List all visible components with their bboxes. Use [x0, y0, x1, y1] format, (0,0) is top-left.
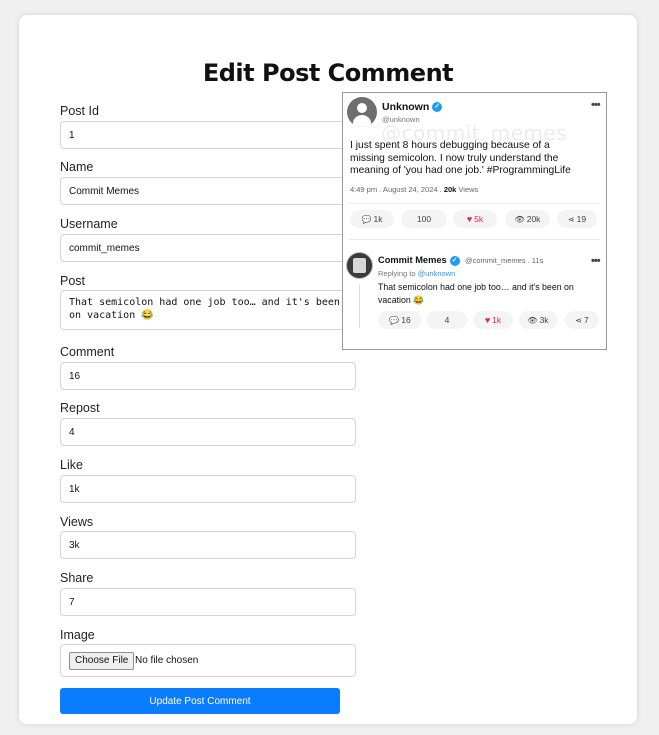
original-author-name: Unknown ✓ — [382, 101, 443, 113]
original-likes-count: 5k — [474, 214, 484, 224]
name-input[interactable] — [60, 177, 356, 205]
views-input[interactable] — [60, 531, 356, 559]
views-label: Views — [60, 515, 94, 529]
share-input[interactable] — [60, 588, 356, 616]
post-textarea[interactable]: That semicolon had one job too… and it's… — [60, 290, 356, 330]
like-input[interactable] — [60, 475, 356, 503]
original-post-text: I just spent 8 hours debugging because o… — [350, 140, 571, 177]
name-label: Name — [60, 160, 94, 174]
reply-avatar-icon — [346, 252, 373, 279]
reply-likes-count: 1k — [492, 315, 502, 325]
reply-comments-stat[interactable]: 💬 16 — [378, 311, 422, 329]
original-views-stat[interactable]: 👁 20k — [505, 210, 550, 228]
reply-views-stat[interactable]: 👁 3k — [519, 311, 557, 329]
comment-icon: 💬 — [361, 214, 372, 224]
share-icon: ⋖ — [567, 214, 575, 224]
reply-author-name-text: Commit Memes — [378, 255, 447, 265]
eye-icon: 👁 — [514, 214, 525, 224]
original-reposts-stat[interactable]: 100 — [401, 210, 447, 228]
original-shares-stat[interactable]: ⋖ 19 — [557, 210, 597, 228]
reply-reposts-stat[interactable]: 4 — [427, 311, 467, 329]
heart-icon: ♥ — [484, 315, 491, 325]
original-comments-count: 1k — [373, 214, 383, 224]
reply-shares-stat[interactable]: ⋖ 7 — [565, 311, 599, 329]
original-shares-count: 19 — [576, 214, 587, 224]
reply-shares-count: 7 — [583, 315, 589, 325]
meta-time-date: 4:49 pm . August 24, 2024 . — [350, 185, 444, 194]
heart-icon: ♥ — [466, 214, 473, 224]
original-reposts-count: 100 — [416, 214, 432, 224]
thread-line — [359, 284, 360, 328]
post-label: Post — [60, 274, 86, 288]
reply-reposts-count: 4 — [444, 315, 450, 325]
repost-label: Repost — [60, 401, 100, 415]
reply-likes-stat[interactable]: ♥ 1k — [473, 311, 513, 329]
avatar-icon — [347, 97, 377, 127]
reply-views-count: 3k — [539, 315, 549, 325]
replying-to-prefix: Replying to — [378, 269, 418, 278]
page-title: Edit Post Comment — [202, 59, 454, 87]
tweet-preview: @commit_memes Unknown ✓ @unknown ••• I ju… — [342, 92, 607, 350]
divider — [349, 239, 600, 240]
username-input[interactable] — [60, 234, 356, 262]
replying-to: Replying to @unknown — [378, 269, 455, 278]
share-icon: ⋖ — [575, 315, 582, 325]
share-label: Share — [60, 571, 94, 585]
meta-views-label: Views — [456, 185, 479, 194]
verified-icon: ✓ — [449, 255, 460, 266]
like-label: Like — [60, 458, 83, 472]
reply-comments-count: 16 — [401, 315, 411, 325]
more-icon[interactable]: ••• — [591, 255, 601, 267]
comment-input[interactable] — [60, 362, 356, 390]
comment-icon: 💬 — [389, 315, 400, 325]
verified-icon: ✓ — [432, 102, 443, 113]
original-likes-stat[interactable]: ♥ 5k — [453, 210, 497, 228]
post-id-input[interactable] — [60, 121, 356, 149]
reply-post-text: That semicolon had one job too… and it's… — [378, 282, 574, 305]
more-icon[interactable]: ••• — [591, 99, 601, 111]
username-label: Username — [60, 217, 118, 231]
divider — [349, 203, 600, 204]
eye-icon: 👁 — [527, 315, 538, 325]
original-post-meta: 4:49 pm . August 24, 2024 . 20k Views — [350, 185, 478, 194]
original-comments-stat[interactable]: 💬 1k — [350, 210, 394, 228]
repost-input[interactable] — [60, 418, 356, 446]
file-status-text: No file chosen — [135, 655, 199, 666]
image-file-input[interactable]: Choose File No file chosen — [60, 644, 356, 677]
update-post-comment-button[interactable]: Update Post Comment — [60, 688, 340, 714]
post-id-label: Post Id — [60, 104, 99, 118]
original-author-handle: @unknown — [382, 115, 420, 124]
image-label: Image — [60, 628, 95, 642]
choose-file-button[interactable]: Choose File — [69, 652, 135, 670]
reply-handle-time: @commit_memes . 11s — [465, 256, 544, 265]
comment-label: Comment — [60, 345, 115, 359]
meta-views-count: 20k — [443, 185, 457, 194]
original-author-name-text: Unknown — [382, 101, 430, 113]
reply-author-name: Commit Memes ✓ — [378, 255, 460, 266]
original-views-count: 20k — [526, 214, 541, 224]
replying-to-handle[interactable]: @unknown — [418, 269, 456, 278]
